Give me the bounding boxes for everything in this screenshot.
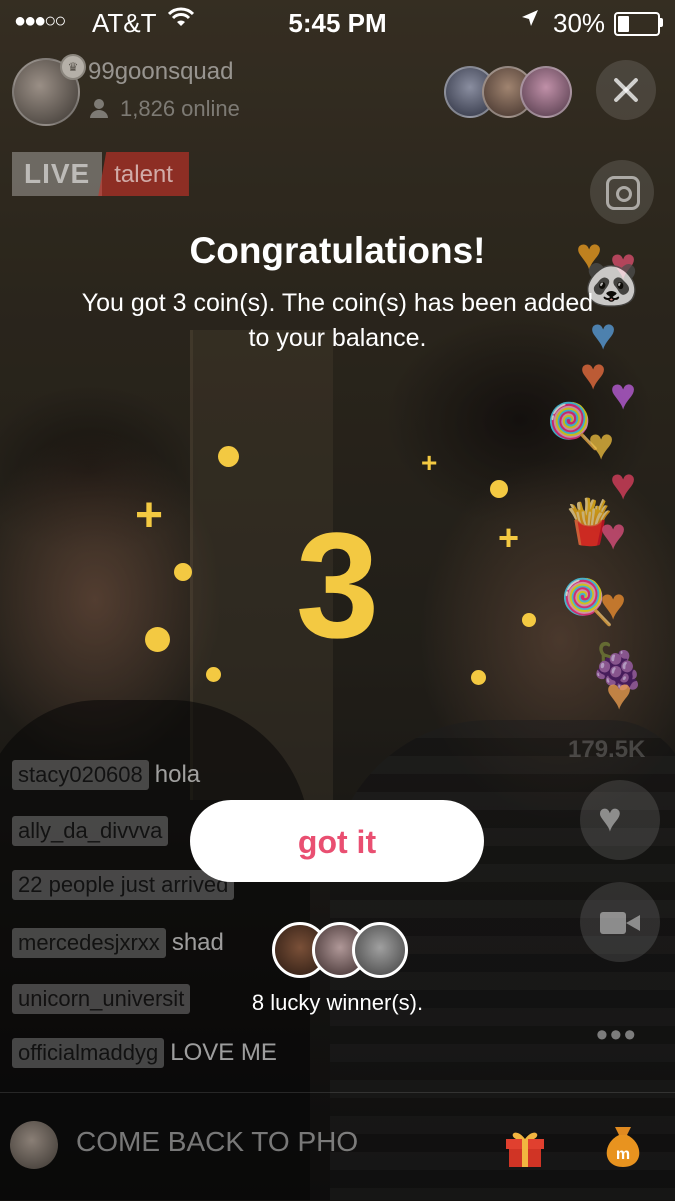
chat-message: mercedesjxrxx shad [12, 928, 224, 958]
battery-icon [614, 12, 660, 36]
chat-message: officialmaddyg LOVE ME [12, 1038, 277, 1068]
popup-title: Congratulations! [189, 230, 486, 271]
coin-bag-icon[interactable]: m [598, 1119, 648, 1169]
comment-input[interactable] [74, 1125, 408, 1159]
coin-amount: 3 [295, 501, 380, 669]
battery-percent: 30% [553, 8, 606, 38]
popup-message: You got 3 coin(s). The coin(s) has been … [81, 289, 594, 352]
chat-message: stacy020608 hola [12, 760, 200, 790]
reaction-icon: ♥ [606, 670, 633, 719]
svg-text:m: m [616, 1146, 630, 1163]
viewer-avatar[interactable] [520, 66, 572, 118]
chat-system-notice: 22 people just arrived [12, 870, 235, 900]
live-label: LIVE [12, 152, 103, 196]
video-button[interactable] [580, 882, 660, 962]
chat-message: 22 people just arrived [12, 870, 240, 900]
online-count: 1,826 online [88, 96, 240, 122]
video-camera-icon [600, 912, 640, 934]
chat-username[interactable]: ally_da_divvva [12, 816, 169, 846]
chat-username[interactable]: mercedesjxrxx [12, 928, 166, 958]
location-arrow-icon [520, 8, 540, 34]
sparkle-dot [490, 480, 508, 498]
more-icon[interactable]: ••• [596, 1016, 638, 1055]
online-count-text: 1,826 online [120, 96, 240, 121]
got-it-button[interactable]: got it [190, 800, 484, 882]
sparkle-plus: + [421, 447, 438, 478]
heart-icon: ♥ [598, 796, 622, 840]
gift-icon[interactable] [502, 1123, 548, 1169]
like-button[interactable]: ♥ [580, 780, 660, 860]
live-badge: LIVE talent [12, 152, 189, 196]
instagram-button[interactable] [590, 160, 654, 224]
chat-text: hola [154, 761, 201, 788]
user-avatar[interactable] [10, 1121, 58, 1169]
chat-text: shad [171, 929, 224, 956]
bottom-bar: m [0, 1092, 675, 1201]
reaction-icon: ♥ [580, 350, 607, 399]
status-bar: ●●●○○ AT&T 5:45 PM 30% [0, 0, 675, 44]
chat-username[interactable]: officialmaddyg [12, 1038, 165, 1068]
battery-tip [660, 18, 663, 27]
person-icon [88, 97, 110, 119]
reaction-icon: ♥ [610, 370, 637, 419]
instagram-icon [606, 176, 640, 210]
sparkle-dot [471, 670, 486, 685]
chat-message: ally_da_divvva [12, 816, 174, 846]
category-tag[interactable]: talent [98, 152, 189, 196]
winner-avatar [352, 922, 408, 978]
winners-count: 8 lucky winner(s). [251, 990, 424, 1015]
chat-username[interactable]: stacy020608 [12, 760, 149, 790]
like-count: 179.5K [568, 736, 646, 763]
sparkle-dot [218, 446, 239, 467]
crown-icon: ♛ [60, 54, 86, 80]
close-button[interactable] [596, 60, 656, 120]
chat-text: LOVE ME [170, 1039, 277, 1066]
host-name[interactable]: 99goonsquad [88, 58, 233, 86]
